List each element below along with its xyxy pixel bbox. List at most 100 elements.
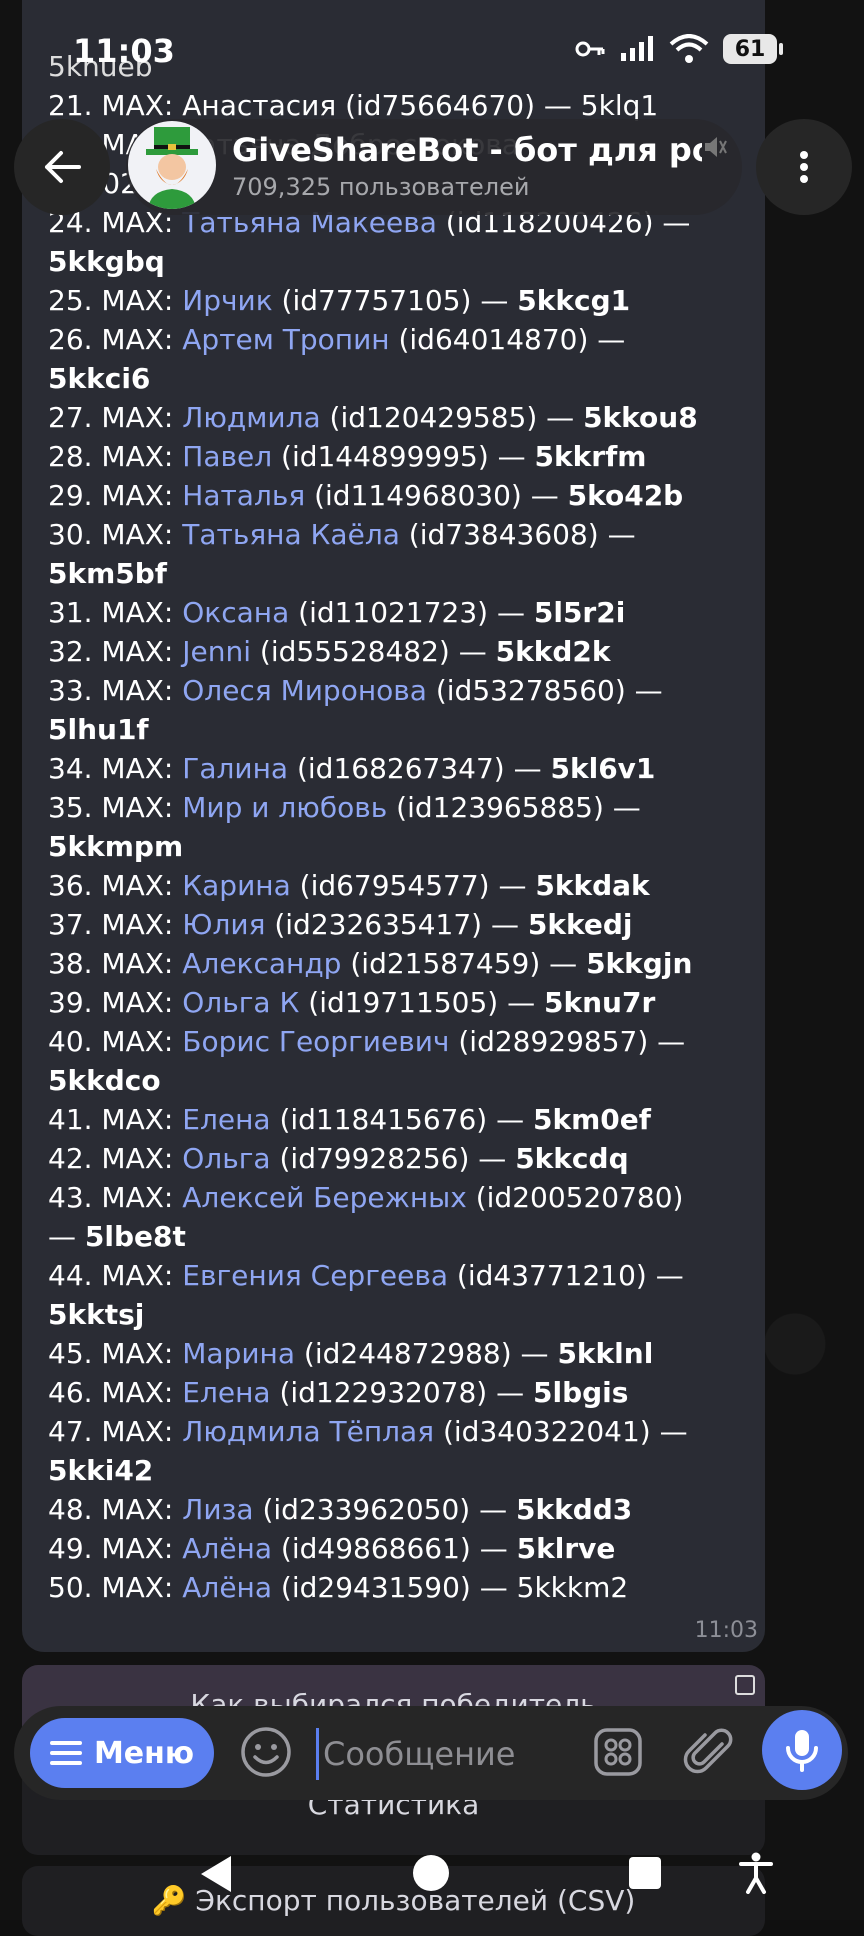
entry-code: 5kkcdq [515, 1142, 629, 1175]
user-id: (id200520780) [466, 1181, 684, 1214]
line-prefix: 46. MAX: [48, 1376, 183, 1409]
back-button[interactable] [14, 119, 110, 215]
user-id: (id79928256) — [279, 1142, 516, 1175]
entry-code: 5kkdd3 [516, 1493, 633, 1526]
entry-code: 5kkd2k [495, 635, 611, 668]
user-name-link[interactable]: Людмила Тёплая [182, 1415, 434, 1448]
user-name-link[interactable]: Ольга К [182, 986, 308, 1019]
bot-commands-icon[interactable] [590, 1724, 646, 1780]
user-name-link[interactable]: Jenni [182, 635, 260, 668]
user-name-link[interactable]: Борис Георгиевич [182, 1025, 458, 1058]
nav-back-icon[interactable] [197, 1854, 233, 1894]
entry-code: 5kktsj [48, 1298, 145, 1331]
user-id: (id64014870) — [389, 323, 626, 356]
message-line: 5kki42 [48, 1451, 763, 1490]
user-name-link[interactable]: Алексей Бережных [182, 1181, 467, 1214]
user-name-link[interactable]: Юлия [182, 908, 274, 941]
message-line: 31. MAX: Оксана (id11021723) — 5l5r2i [48, 593, 763, 632]
message-line: 44. MAX: Евгения Сергеева (id43771210) — [48, 1256, 763, 1295]
accessibility-icon[interactable] [738, 1852, 774, 1894]
line-prefix: 49. MAX: [48, 1532, 183, 1565]
line-prefix: 37. MAX: [48, 908, 183, 941]
entry-code: 5kkcg1 [517, 284, 631, 317]
leprechaun-avatar-icon [146, 127, 198, 209]
user-name-link[interactable]: Елена [182, 1376, 279, 1409]
user-name-link[interactable]: Артем Тропин [182, 323, 389, 356]
line-prefix: 38. MAX: [48, 947, 183, 980]
status-bar: 11:03 61 [0, 0, 864, 104]
user-name-link[interactable]: Елена [182, 1103, 279, 1136]
user-name-link[interactable]: Галина [182, 752, 297, 785]
emoji-icon[interactable] [238, 1724, 294, 1780]
entry-code: 5km0ef [532, 1103, 651, 1136]
message-line: 26. MAX: Артем Тропин (id64014870) — [48, 320, 763, 359]
user-name-link[interactable]: Мир и любовь [182, 791, 396, 824]
message-line: 43. MAX: Алексей Бережных (id200520780) [48, 1178, 763, 1217]
message-line: 38. MAX: Александр (id21587459) — 5kkgjn [48, 944, 763, 983]
line-prefix: 50. MAX: [48, 1571, 183, 1604]
user-name-link[interactable]: Евгения Сергеева [182, 1259, 448, 1292]
user-name-link[interactable]: Карина [182, 869, 299, 902]
message-text: 5knueb 21. MAX: Анастасия (id75664670) —… [48, 47, 763, 1607]
message-line: 46. MAX: Елена (id122932078) — 5lbgis [48, 1373, 763, 1412]
user-name-link[interactable]: Павел [182, 440, 281, 473]
user-id: (id55528482) — [259, 635, 496, 668]
user-id: (id244872988) — [303, 1337, 558, 1370]
user-id: (id43771210) — [448, 1259, 684, 1292]
user-name-link[interactable]: Алёна [182, 1571, 281, 1604]
message-line: 5kkci6 [48, 359, 763, 398]
user-name-link[interactable]: Татьяна Каёла [182, 518, 400, 551]
nav-recents-icon[interactable] [628, 1856, 662, 1890]
entry-code: 5lbe8t [84, 1220, 186, 1253]
line-prefix: 27. MAX: [48, 401, 183, 434]
entry-code: 5kkdak [535, 869, 650, 902]
user-name-link[interactable]: Олеся Миронова [182, 674, 427, 707]
nav-home-icon[interactable] [412, 1854, 450, 1892]
message-line: 39. MAX: Ольга К (id19711505) — 5knu7r [48, 983, 763, 1022]
mute-icon [705, 137, 727, 157]
entry-code: 5kklnl [557, 1337, 654, 1370]
entry-code: 5lbgis [532, 1376, 629, 1409]
voice-message-button[interactable] [762, 1710, 842, 1790]
user-name-link[interactable]: Ирчик [182, 284, 281, 317]
menu-label: Меню [93, 1735, 195, 1771]
user-name-link[interactable]: Лиза [182, 1493, 262, 1526]
message-line: 5lhu1f [48, 710, 763, 749]
message-input[interactable] [316, 1728, 595, 1780]
user-id: (id114968030) — [314, 479, 568, 512]
user-name-link[interactable]: Наталья [182, 479, 314, 512]
status-icons: 61 [575, 34, 783, 64]
entry-code: 5ko42b [567, 479, 684, 512]
line-prefix: 47. MAX: [48, 1415, 183, 1448]
message-line: 5kktsj [48, 1295, 763, 1334]
message-time: 11:03 [694, 1618, 758, 1643]
bot-menu-button[interactable]: Меню [30, 1718, 214, 1788]
user-name-link[interactable]: Ольга [182, 1142, 279, 1175]
wifi-icon [669, 34, 709, 63]
user-name-link[interactable]: Алёна [182, 1532, 281, 1565]
message-line: 47. MAX: Людмила Тёплая (id340322041) — [48, 1412, 763, 1451]
chat-title: GiveShareBot - бот для розыгрышей [232, 131, 702, 169]
line-prefix: 36. MAX: [48, 869, 183, 902]
user-name-link[interactable]: Оксана [182, 596, 298, 629]
user-id: (id21587459) — [350, 947, 587, 980]
user-id: (id122932078) — [279, 1376, 533, 1409]
entry-code: 5kkgjn [586, 947, 693, 980]
line-prefix: 29. MAX: [48, 479, 183, 512]
message-line: — 5lbe8t [48, 1217, 763, 1256]
user-id: (id67954577) — [299, 869, 536, 902]
more-button[interactable] [756, 119, 852, 215]
message-line: 42. MAX: Ольга (id79928256) — 5kkcdq [48, 1139, 763, 1178]
user-name-link[interactable]: Александр [182, 947, 350, 980]
chat-header[interactable]: GiveShareBot - бот для розыгрышей 709,32… [126, 119, 742, 215]
key-icon [575, 41, 605, 57]
user-id: (id168267347) — [296, 752, 551, 785]
line-prefix: 41. MAX: [48, 1103, 183, 1136]
entry-code: 5kkmpm [48, 830, 184, 863]
user-name-link[interactable]: Марина [182, 1337, 304, 1370]
attach-icon[interactable] [682, 1724, 738, 1780]
entry-code: 5l5r2i [533, 596, 626, 629]
user-name-link[interactable]: Людмила [182, 401, 329, 434]
line-prefix: 45. MAX: [48, 1337, 183, 1370]
back-arrow-icon [45, 151, 81, 183]
